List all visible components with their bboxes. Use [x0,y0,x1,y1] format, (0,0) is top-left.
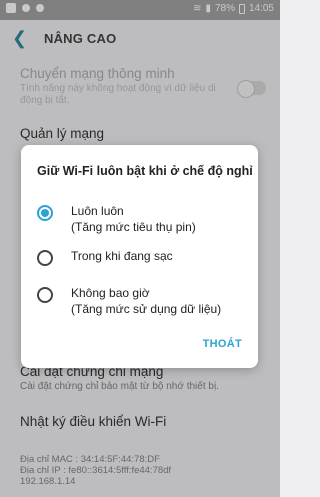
option-while-charging-label: Trong khi đang sạc [71,249,173,263]
radio-unchecked-icon[interactable] [37,250,53,266]
keep-wifi-on-dialog: Giữ Wi-Fi luôn bật khi ở chế độ nghỉ Luô… [21,145,258,368]
option-never[interactable]: Không bao giờ (Tăng mức sử dụng dữ liệu) [37,285,248,317]
radio-unchecked-icon[interactable] [37,287,53,303]
radio-checked-icon[interactable] [37,205,53,221]
option-always-label: Luôn luôn [71,204,124,218]
dialog-title: Giữ Wi-Fi luôn bật khi ở chế độ nghỉ [37,164,253,178]
option-always-note: (Tăng mức tiêu thụ pin) [71,220,196,234]
option-never-label: Không bao giờ [71,286,150,300]
exit-button[interactable]: THOÁT [203,338,242,350]
option-never-note: (Tăng mức sử dụng dữ liệu) [71,302,222,316]
option-while-charging[interactable]: Trong khi đang sạc [37,248,248,266]
option-always[interactable]: Luôn luôn (Tăng mức tiêu thụ pin) [37,203,248,235]
